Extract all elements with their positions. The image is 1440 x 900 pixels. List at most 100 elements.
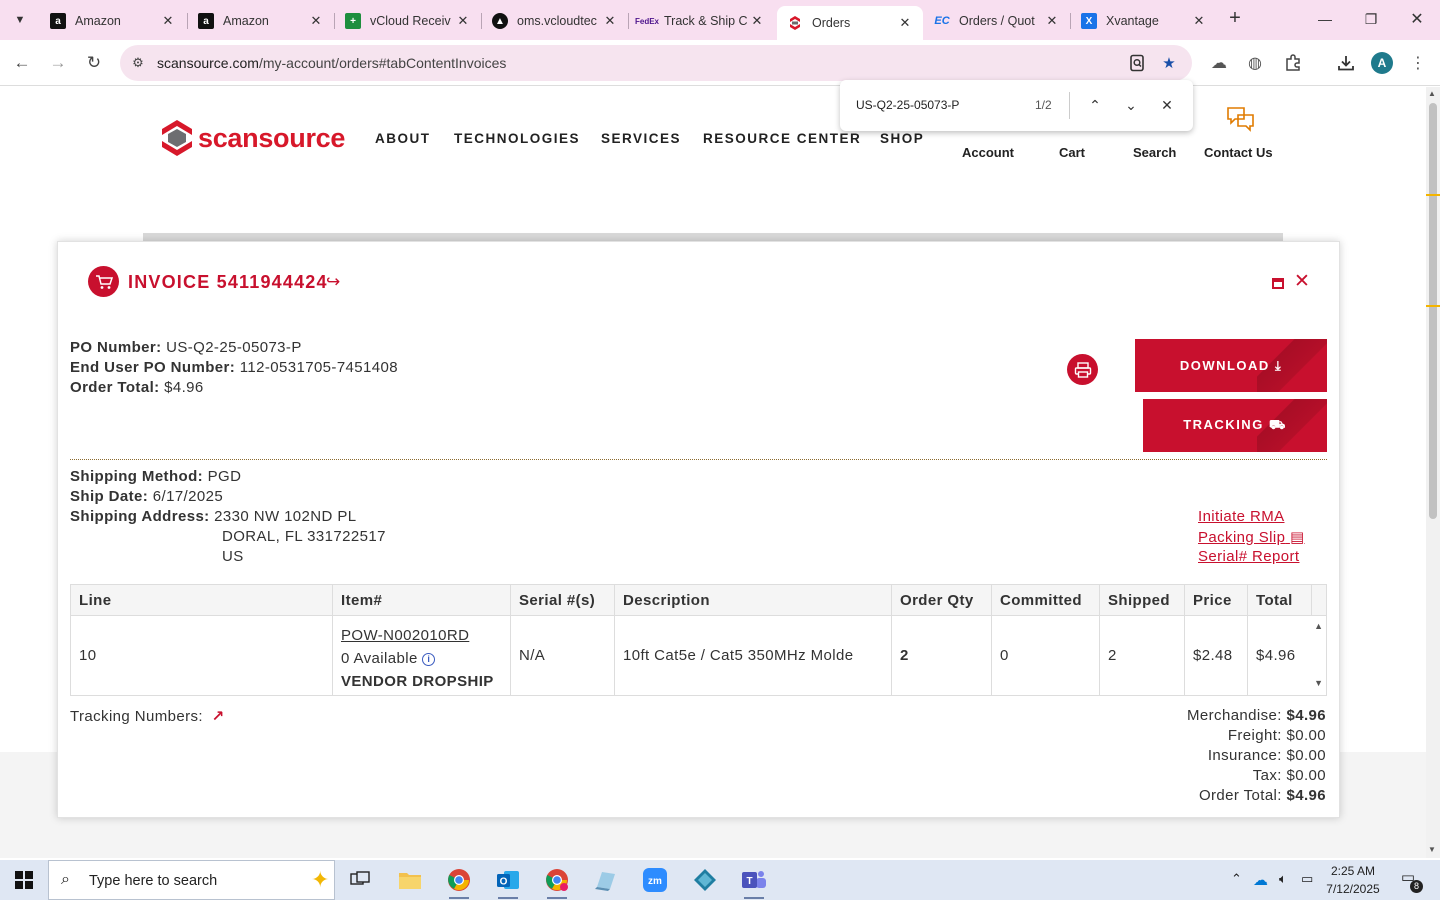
menu-kebab-icon[interactable]: ⋮ (1406, 51, 1430, 75)
find-input[interactable]: US-Q2-25-05073-P (856, 98, 959, 112)
forward-button[interactable]: → (44, 49, 72, 77)
close-icon[interactable]: ✕ (1044, 13, 1060, 29)
reload-button[interactable]: ↻ (80, 49, 108, 77)
task-view-icon[interactable] (340, 864, 380, 896)
back-button[interactable]: ← (8, 49, 36, 77)
chrome-icon[interactable] (439, 864, 479, 899)
close-icon[interactable]: ✕ (1156, 94, 1178, 116)
tracking-button[interactable]: TRACKING ⛟ (1143, 399, 1327, 452)
close-icon[interactable]: ✕ (897, 15, 913, 31)
windows-start-button[interactable] (0, 860, 48, 900)
serial-report-link[interactable]: Serial# Report (1198, 548, 1299, 565)
scrollbar-thumb[interactable] (1429, 103, 1437, 519)
restore-button[interactable]: ❐ (1348, 4, 1394, 34)
onedrive-icon[interactable]: ☁ (1253, 871, 1268, 889)
outlook-icon[interactable]: O (488, 864, 528, 899)
close-icon[interactable]: ✕ (1294, 272, 1310, 292)
download-button[interactable]: DOWNLOAD ⤓ (1135, 339, 1327, 392)
tab-title: Amazon (75, 14, 121, 28)
close-icon[interactable]: ✕ (602, 13, 618, 29)
close-icon[interactable]: ✕ (160, 13, 176, 29)
initiate-rma-link[interactable]: Initiate RMA (1198, 508, 1285, 525)
scroll-down-arrow[interactable]: ▼ (1428, 845, 1436, 854)
truck-icon: ⛟ (1268, 416, 1287, 432)
tracking-numbers: Tracking Numbers: ↗ (70, 707, 225, 725)
nav-shop[interactable]: SHOP (880, 131, 924, 146)
nav-services[interactable]: SERVICES (601, 131, 681, 146)
maximize-icon[interactable] (1272, 278, 1284, 289)
tab-xvantage[interactable]: X Xvantage ✕ (1071, 6, 1217, 36)
tab-orders-quotes[interactable]: EC Orders / Quot ✕ (924, 6, 1070, 36)
download-icon[interactable] (1334, 51, 1358, 75)
shipping-address-line2: DORAL, FL 331722517 (222, 528, 386, 545)
tab-orders[interactable]: Orders ✕ (777, 6, 923, 40)
page-scrollbar[interactable]: ▲ ▼ (1426, 87, 1440, 858)
share-icon[interactable]: ↪ (326, 272, 340, 292)
print-button[interactable] (1067, 354, 1098, 385)
tab-search-button[interactable]: ▼ (6, 6, 34, 34)
download-icon: ⤓ (1274, 357, 1283, 373)
nav-technologies[interactable]: TECHNOLOGIES (454, 131, 580, 146)
network-icon[interactable]: ▭ (1301, 871, 1313, 887)
invoice-modal: INVOICE 5411944424 ↪ ✕ PO Number: US-Q2-… (57, 241, 1340, 818)
tab-fedex[interactable]: FedEx Track & Ship C ✕ (629, 6, 775, 36)
window-close-button[interactable]: ✕ (1394, 4, 1440, 34)
taskbar-search-box[interactable]: ⌕ Type here to search ✦ (48, 860, 335, 900)
cell-line: 10 (71, 616, 333, 695)
section-divider (70, 459, 1327, 460)
scansource-logo[interactable]: scansource (160, 119, 345, 157)
amazon-icon: a (50, 13, 66, 29)
app-icon[interactable] (586, 864, 626, 896)
file-explorer-icon[interactable] (390, 864, 430, 896)
bookmark-star-icon[interactable]: ★ (1157, 51, 1181, 75)
url-text[interactable]: scansource.com/my-account/orders#tabCont… (157, 55, 506, 71)
notification-icon[interactable]: ▭ 8 (1397, 868, 1423, 893)
chevron-up-icon[interactable]: ⌃ (1231, 871, 1242, 887)
nav-resource-center[interactable]: RESOURCE CENTER (703, 131, 861, 146)
system-clock[interactable]: 2:25 AM 7/12/2025 (1322, 862, 1384, 898)
item-number-link[interactable]: POW-N002010RD (341, 627, 469, 644)
close-icon[interactable]: ✕ (1191, 13, 1207, 29)
notification-count: 8 (1410, 880, 1423, 893)
chevron-down-icon[interactable]: ⌄ (1120, 94, 1142, 116)
new-tab-button[interactable]: + (1224, 8, 1246, 30)
profile-avatar[interactable]: A (1371, 52, 1393, 74)
chrome-profile-icon[interactable] (537, 864, 577, 899)
translate-icon[interactable]: ◍ (1243, 51, 1267, 75)
zoom-icon[interactable]: zm (635, 864, 675, 896)
volume-icon[interactable]: 🔈︎ (1279, 871, 1287, 887)
section-divider-strip (143, 233, 1283, 241)
table-scroll-up-arrow[interactable]: ▲ (1314, 621, 1323, 631)
search-placeholder: Type here to search (89, 873, 218, 889)
minimize-button[interactable]: — (1302, 4, 1348, 34)
nav-contact-us[interactable]: Contact Us (1204, 145, 1273, 160)
packing-slip-link[interactable]: Packing Slip ▤ (1198, 528, 1305, 546)
site-settings-icon[interactable]: ⚙ (128, 53, 148, 73)
close-icon[interactable]: ✕ (308, 13, 324, 29)
close-icon[interactable]: ✕ (455, 13, 471, 29)
nav-cart[interactable]: Cart (1059, 145, 1085, 160)
windows-taskbar: ⌕ Type here to search ✦ O zm T ⌃ ☁ 🔈︎ ▭ … (0, 860, 1440, 900)
tab-vcloud[interactable]: + vCloud Receiv ✕ (335, 6, 481, 36)
external-link-icon[interactable]: ↗ (212, 707, 225, 725)
app-diamond-icon[interactable] (685, 864, 725, 896)
teams-icon[interactable]: T (734, 864, 774, 899)
scroll-up-arrow[interactable]: ▲ (1428, 89, 1436, 98)
merchandise-total: Merchandise: $4.96 (1187, 707, 1326, 724)
info-icon[interactable]: i (422, 653, 436, 666)
nav-about[interactable]: ABOUT (375, 131, 431, 146)
close-icon[interactable]: ✕ (749, 13, 765, 29)
table-scroll-down-arrow[interactable]: ▼ (1314, 678, 1323, 688)
line-items-table: Line Item# Serial #(s) Description Order… (70, 584, 1327, 696)
tab-amazon-1[interactable]: a Amazon ✕ (40, 6, 186, 36)
extensions-puzzle-icon[interactable] (1281, 51, 1305, 75)
nav-search[interactable]: Search (1133, 145, 1176, 160)
tab-oms[interactable]: ▲ oms.vcloudtec ✕ (482, 6, 628, 36)
tab-amazon-2[interactable]: a Amazon ✕ (188, 6, 334, 36)
nav-account[interactable]: Account (962, 145, 1014, 160)
chevron-up-icon[interactable]: ⌃ (1084, 94, 1106, 116)
extension-icon[interactable]: ☁ (1207, 51, 1231, 75)
address-bar[interactable]: ⚙ scansource.com/my-account/orders#tabCo… (120, 45, 1192, 81)
find-in-page-icon[interactable] (1125, 51, 1149, 75)
cell-item: POW-N002010RD 0 Available i VENDOR DROPS… (333, 616, 511, 695)
